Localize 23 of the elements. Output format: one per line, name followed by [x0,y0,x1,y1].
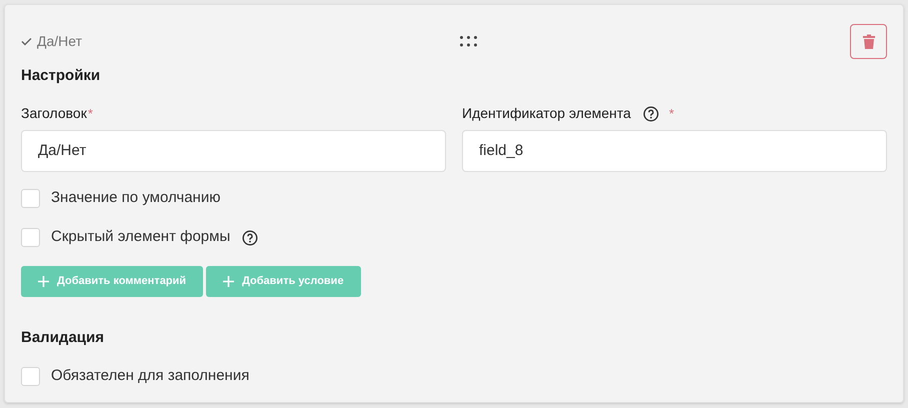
text-field[interactable]: field_8 [462,130,887,172]
trash-icon [862,34,874,48]
plus-icon [38,276,49,286]
drag-handle-icon[interactable] [460,36,478,46]
check-icon [21,36,32,46]
section-heading: Валидация [21,328,105,348]
checkbox-label: Значение по умолчанию [51,188,220,208]
checkbox[interactable] [21,366,40,386]
text-field[interactable]: Да/Нет [21,130,446,172]
field-label: Заголовок [21,104,87,123]
plus-icon [223,276,234,286]
delete-button[interactable] [850,24,887,58]
checkbox-label: Обязателен для заполнения [51,366,250,386]
element-type-title: Да/Нет [37,32,82,51]
section-heading: Настройки [21,66,102,86]
checkbox-label: Скрытый элемент формы [51,227,230,248]
checkbox[interactable] [21,228,40,247]
help-icon[interactable] [242,230,258,246]
required-mark: * [88,104,93,122]
help-icon[interactable] [642,106,659,122]
field-label: Идентификатор элемента [462,104,631,123]
checkbox[interactable] [21,189,40,208]
required-mark: * [668,104,674,122]
